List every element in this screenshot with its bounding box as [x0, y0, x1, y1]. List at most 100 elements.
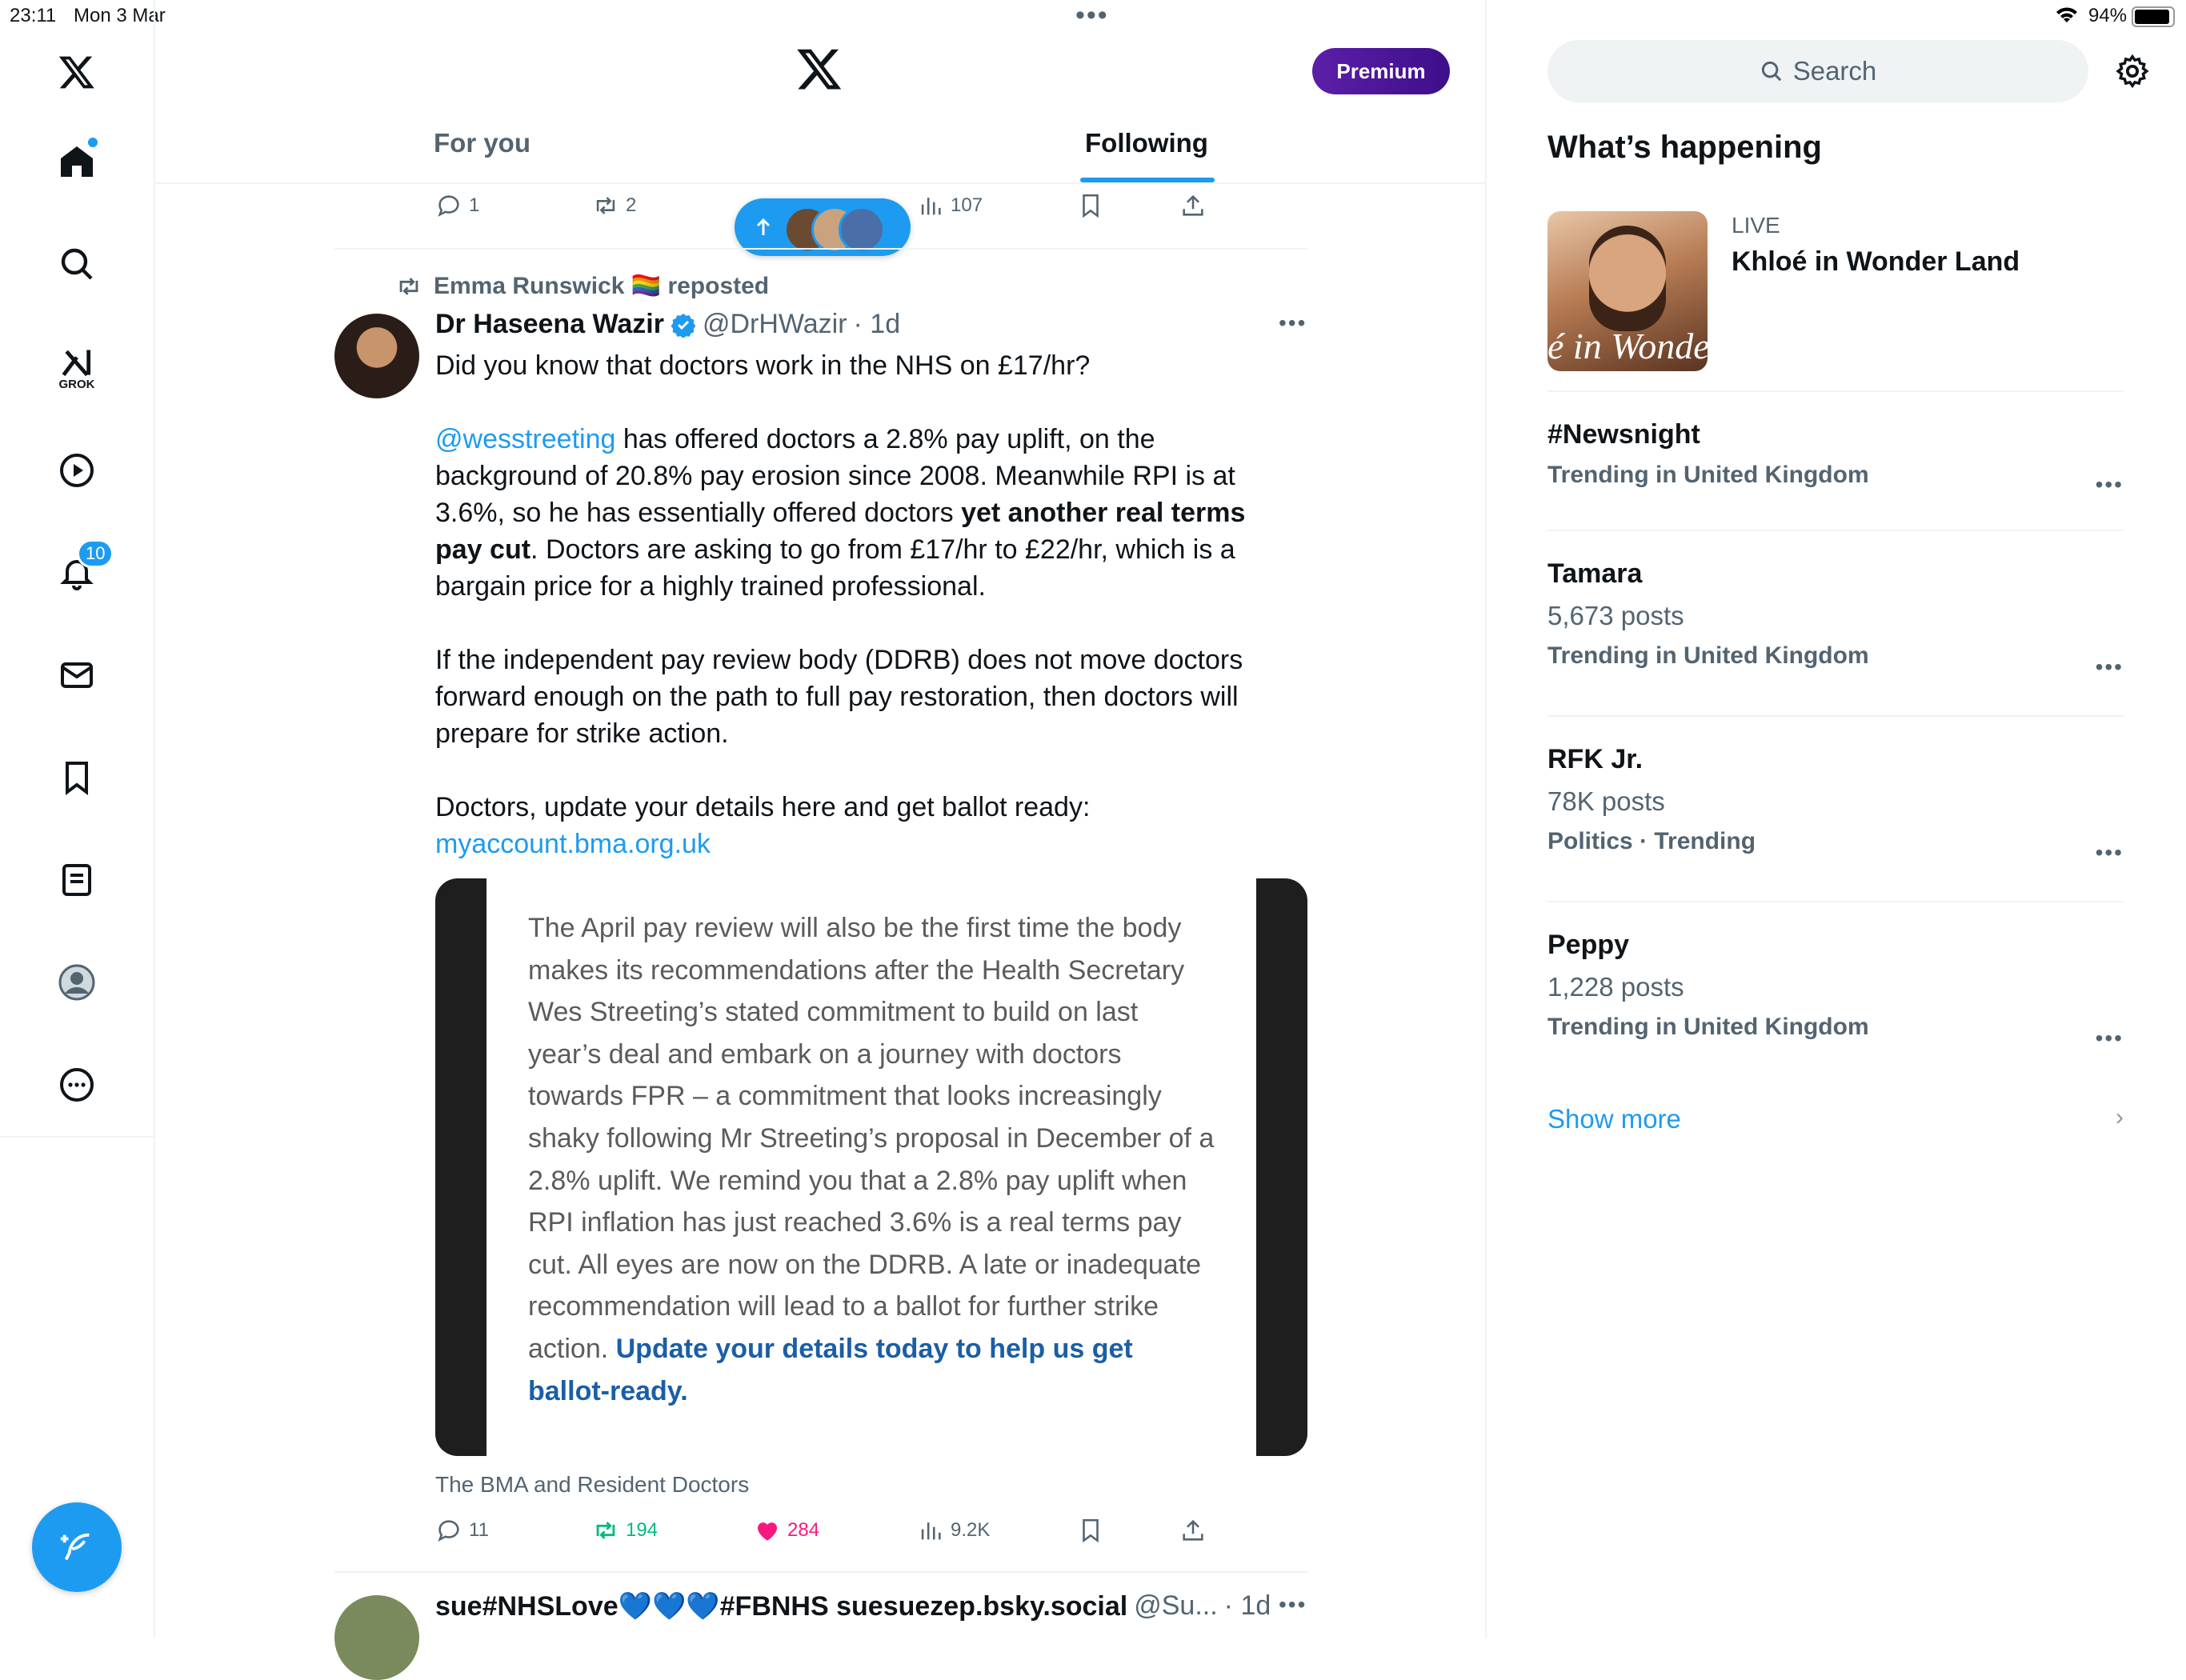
reply-button[interactable]: 1: [435, 192, 479, 219]
trend-more-icon[interactable]: •••: [2096, 472, 2124, 498]
tweet-url-link[interactable]: myaccount.bma.org.uk: [435, 826, 1467, 862]
show-more-link[interactable]: Show more ›: [1547, 1104, 2124, 1144]
repost-count: 194: [626, 1519, 659, 1541]
views-button[interactable]: 107: [917, 192, 983, 219]
image-document-page: The April pay review will also be the fi…: [486, 878, 1256, 1456]
video-play-icon[interactable]: [45, 438, 109, 502]
tabs-divider: [155, 182, 1485, 184]
live-thumbnail-face: [1589, 226, 1666, 331]
verified-badge-icon: [671, 313, 696, 338]
reply-button[interactable]: 11: [435, 1517, 489, 1544]
compose-post-button[interactable]: [32, 1502, 122, 1592]
trend-more-icon[interactable]: •••: [2096, 1026, 2124, 1051]
bookmark-button[interactable]: [1077, 1517, 1104, 1544]
author-line: Dr Haseena Wazir @DrHWazir · 1d: [435, 309, 900, 340]
repost-button[interactable]: 194: [592, 1517, 658, 1544]
views-chart-icon: [921, 1522, 941, 1540]
share-button[interactable]: [1179, 1517, 1207, 1544]
trend-item[interactable]: RFK Jr. 78K posts Politics · Trending ••…: [1547, 744, 2124, 872]
live-label: LIVE: [1732, 213, 1780, 238]
trend-item[interactable]: Peppy 1,228 posts Trending in United Kin…: [1547, 930, 2124, 1058]
notifications-bell-icon[interactable]: 10: [45, 539, 114, 605]
lists-icon[interactable]: [45, 848, 109, 912]
author-handle[interactable]: @DrHWazir: [703, 309, 847, 340]
search-input[interactable]: Search: [1547, 40, 2088, 102]
tweet-time[interactable]: · 1d: [854, 309, 901, 340]
author-name[interactable]: Dr Haseena Wazir: [435, 309, 664, 340]
views-chart-icon: [921, 198, 941, 215]
like-count: 284: [787, 1519, 820, 1541]
tweet-more-icon[interactable]: •••: [1279, 1592, 1307, 1618]
tweet-paragraph: Doctors, update your details here and ge…: [435, 792, 1091, 822]
like-button[interactable]: 284: [754, 1517, 819, 1544]
share-upload-icon: [1183, 1519, 1203, 1541]
next-author-handle[interactable]: @Su...: [1134, 1590, 1217, 1622]
explore-search-icon[interactable]: [45, 232, 109, 296]
trend-more-icon[interactable]: •••: [2096, 654, 2124, 680]
live-thumbnail[interactable]: é in Wonder I: [1547, 211, 1708, 371]
messages-mail-icon[interactable]: [45, 643, 109, 707]
share-upload-icon: [1183, 194, 1203, 216]
trend-name: Peppy: [1547, 930, 1630, 960]
tweet-paragraph: Did you know that doctors work in the NH…: [435, 350, 1091, 381]
share-button[interactable]: [1179, 192, 1207, 219]
tweet-divider: [334, 1571, 1307, 1573]
mention-link[interactable]: @wesstreeting: [435, 424, 615, 454]
repost-by-label[interactable]: Emma Runswick 🏳️‍🌈 reposted: [434, 272, 769, 300]
left-nav: GROK 10: [0, 0, 155, 1638]
search-icon: [1761, 61, 1782, 82]
next-author-name[interactable]: sue#NHSLove💙💙💙#FBNHS suesuezep.bsky.soci…: [435, 1590, 1127, 1622]
trend-context: Trending in United Kingdom: [1547, 462, 1869, 488]
repost-icon: [399, 277, 418, 295]
next-tweet-time[interactable]: · 1d: [1224, 1590, 1271, 1622]
trend-context: Trending in United Kingdom: [1547, 1014, 1869, 1040]
author-avatar[interactable]: [334, 314, 419, 398]
x-logo-icon[interactable]: [45, 40, 109, 104]
image-caption: The BMA and Resident Doctors: [435, 1472, 750, 1497]
reply-count: 11: [469, 1519, 489, 1541]
trend-divider: [1547, 530, 2124, 531]
trend-divider: [1547, 901, 2124, 902]
trend-item[interactable]: #Newsnight Trending in United Kingdom ••…: [1547, 419, 2124, 507]
trend-item[interactable]: Tamara 5,673 posts Trending in United Ki…: [1547, 558, 2124, 686]
bookmarks-icon[interactable]: [45, 746, 109, 810]
repost-count: 2: [626, 194, 637, 216]
x-header-logo-icon[interactable]: [795, 45, 843, 93]
feather-plus-icon: [60, 1533, 90, 1561]
home-icon[interactable]: [45, 130, 109, 194]
premium-button[interactable]: Premium: [1312, 48, 1450, 94]
chevron-right-icon: ›: [2116, 1104, 2124, 1130]
tweet-more-icon[interactable]: •••: [1279, 310, 1307, 336]
tweet-divider: [334, 248, 1307, 250]
live-thumbnail-text: é in Wonder I: [1547, 326, 1708, 366]
views-count: 107: [951, 194, 983, 216]
trend-name: #Newsnight: [1547, 419, 1700, 450]
settings-gear-icon[interactable]: [2114, 53, 2151, 90]
reply-icon: [438, 195, 459, 217]
tab-following[interactable]: Following: [1085, 128, 1208, 158]
repost-context: Emma Runswick 🏳️‍🌈 reposted: [395, 272, 769, 300]
trend-post-count: 5,673 posts: [1547, 601, 1684, 630]
repost-button[interactable]: 2: [592, 192, 636, 219]
more-options-icon[interactable]: [45, 1053, 109, 1117]
trend-post-count: 1,228 posts: [1547, 972, 1684, 1002]
trend-more-icon[interactable]: •••: [2096, 840, 2124, 866]
live-title[interactable]: Khloé in Wonder Land: [1732, 246, 2020, 278]
tab-for-you[interactable]: For you: [434, 128, 530, 158]
heart-filled-icon: [757, 1522, 778, 1541]
pill-avatar: [839, 206, 885, 253]
grok-icon[interactable]: GROK: [45, 336, 109, 400]
trend-divider: [1547, 715, 2124, 717]
profile-avatar-icon[interactable]: [45, 950, 109, 1014]
trend-context: Politics · Trending: [1547, 828, 1756, 854]
trend-name: Tamara: [1547, 558, 1643, 589]
trend-divider: [1547, 390, 2124, 392]
home-unread-dot: [88, 138, 98, 147]
views-count: 9.2K: [951, 1519, 991, 1541]
views-button[interactable]: 9.2K: [917, 1517, 990, 1544]
next-author-avatar[interactable]: [334, 1595, 419, 1680]
image-text: The April pay review will also be the fi…: [528, 913, 1215, 1364]
right-sidebar: Search What’s happening é in Wonder I LI…: [1487, 0, 2186, 1638]
bookmark-button[interactable]: [1077, 192, 1104, 219]
tweet-image[interactable]: The April pay review will also be the fi…: [435, 878, 1307, 1456]
